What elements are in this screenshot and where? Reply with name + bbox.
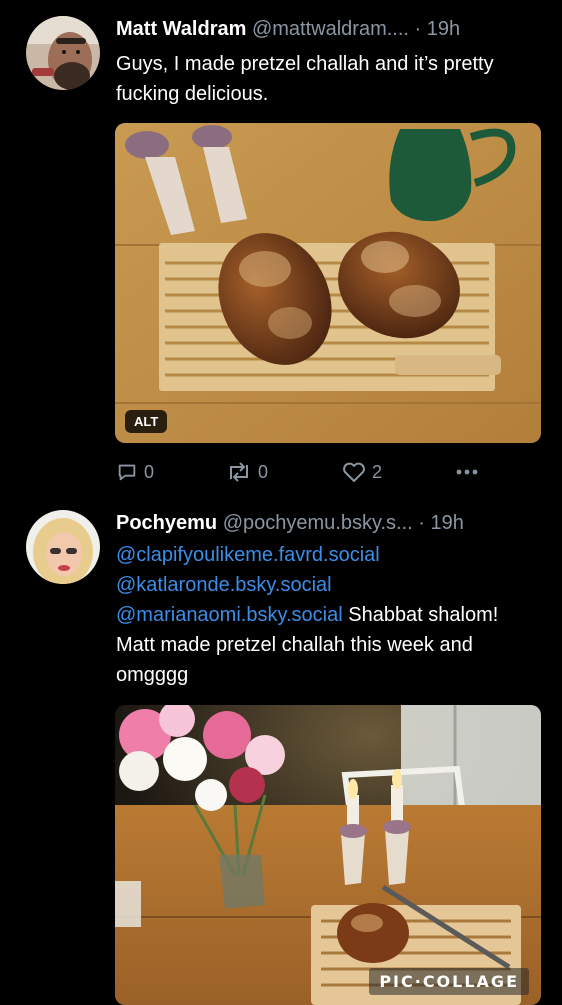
separator-dot: · bbox=[414, 18, 422, 40]
avatar[interactable] bbox=[26, 16, 100, 90]
mention-link[interactable]: @clapifyoulikeme.favrd.social bbox=[116, 544, 380, 566]
separator-dot: · bbox=[418, 512, 425, 534]
like-count: 2 bbox=[372, 461, 383, 482]
reply-count: 0 bbox=[144, 461, 155, 482]
author-handle[interactable]: @mattwaldram.... bbox=[252, 18, 409, 40]
avatar[interactable] bbox=[26, 510, 100, 584]
post-time[interactable]: 19h bbox=[431, 512, 464, 534]
alt-badge[interactable]: ALT bbox=[125, 410, 168, 433]
post-matt-waldram[interactable]: Matt Waldram @mattwaldram.... · 19h Guys… bbox=[0, 0, 562, 500]
post-header: Pochyemu @pochyemu.bsky.s... · 19h bbox=[116, 512, 464, 535]
post-image-shabbat[interactable]: PIC·COLLAGE bbox=[115, 705, 541, 1005]
post-actions: 0 0 2 bbox=[116, 461, 536, 485]
post-pochyemu[interactable]: Pochyemu @pochyemu.bsky.s... · 19h @clap… bbox=[0, 500, 562, 1005]
more-options-button[interactable] bbox=[454, 461, 480, 483]
shabbat-table-photo bbox=[115, 705, 541, 1005]
heart-icon bbox=[343, 462, 365, 482]
repost-icon bbox=[230, 462, 248, 482]
reply-icon bbox=[118, 464, 136, 481]
author-handle[interactable]: @pochyemu.bsky.s... bbox=[223, 512, 413, 534]
author-name[interactable]: Pochyemu bbox=[116, 512, 217, 534]
pic-collage-watermark: PIC·COLLAGE bbox=[369, 968, 529, 995]
like-button[interactable]: 2 bbox=[342, 461, 382, 483]
post-time[interactable]: 19h bbox=[427, 18, 460, 40]
repost-count: 0 bbox=[258, 461, 269, 482]
post-text: Guys, I made pretzel challah and it’s pr… bbox=[116, 53, 494, 105]
mention-link[interactable]: @marianaomi.bsky.social bbox=[116, 604, 343, 626]
post-header: Matt Waldram @mattwaldram.... · 19h bbox=[116, 18, 460, 41]
author-name[interactable]: Matt Waldram bbox=[116, 18, 246, 40]
repost-button[interactable]: 0 bbox=[226, 461, 268, 483]
challah-photo bbox=[115, 123, 541, 443]
mention-link[interactable]: @katlaronde.bsky.social bbox=[116, 574, 332, 596]
post-text: @clapifyoulikeme.favrd.social @katlarond… bbox=[116, 540, 536, 690]
reply-button[interactable]: 0 bbox=[116, 461, 154, 483]
more-horizontal-icon bbox=[456, 469, 478, 475]
post-image-challah[interactable]: ALT bbox=[115, 123, 541, 443]
